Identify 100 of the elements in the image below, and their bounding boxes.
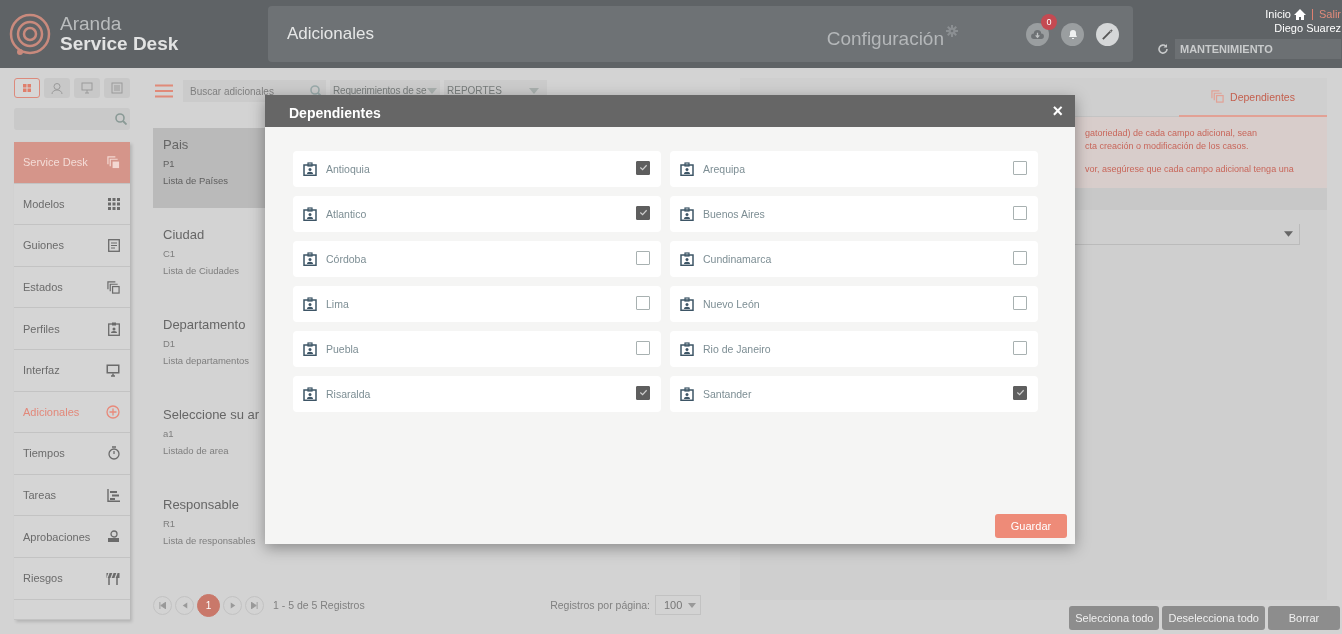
- search-placeholder: Buscar adicionales: [190, 85, 274, 97]
- option-label: Buenos Aires: [703, 208, 765, 220]
- option-label: Puebla: [326, 343, 359, 355]
- option-label: Rio de Janeiro: [703, 343, 771, 355]
- monitor-icon[interactable]: [74, 78, 100, 98]
- option-label: Nuevo León: [703, 298, 760, 310]
- badge-icon: [680, 342, 694, 356]
- refresh-icon[interactable]: [1157, 43, 1169, 55]
- sidebar-item[interactable]: Aprobaciones: [14, 516, 130, 558]
- checkbox[interactable]: [636, 160, 650, 175]
- option-label: Cundinamarca: [703, 253, 772, 265]
- magic-wand-icon[interactable]: [1096, 22, 1119, 46]
- checkbox[interactable]: [1013, 250, 1027, 265]
- option-row[interactable]: Rio de Janeiro: [670, 331, 1038, 367]
- badge-icon: [303, 207, 317, 221]
- page-summary: 1 - 5 de 5 Registros: [273, 599, 365, 611]
- sidebar-item[interactable]: Modelos: [14, 183, 130, 226]
- option-row[interactable]: Lima: [293, 286, 661, 322]
- checkbox[interactable]: [636, 295, 650, 310]
- page-button[interactable]: 1: [197, 593, 220, 617]
- option-row[interactable]: Nuevo León: [670, 286, 1038, 322]
- option-row[interactable]: Atlantico: [293, 196, 661, 232]
- message-text: vor, asegúrese que cada campo adicional tenga una: [1085, 163, 1295, 176]
- card-title: Ciudad: [163, 227, 205, 242]
- card-description: Lista de Ciudades: [163, 265, 240, 276]
- per-page-dropdown[interactable]: 100: [655, 595, 701, 615]
- project-field[interactable]: MANTENIMIENTO: [1175, 39, 1341, 59]
- sidebar-item[interactable]: Service Desk: [14, 142, 130, 184]
- option-label: Risaralda: [326, 388, 371, 400]
- close-button[interactable]: ×: [1052, 102, 1063, 120]
- badge-icon: [680, 207, 694, 221]
- brand-name: Service Desk: [60, 34, 179, 54]
- sidebar-item[interactable]: Interfaz: [14, 349, 130, 392]
- search-field[interactable]: [14, 108, 130, 130]
- search-icon[interactable]: [115, 113, 127, 125]
- checkbox[interactable]: [1013, 340, 1027, 355]
- gear-icon[interactable]: [946, 25, 958, 37]
- home-icon[interactable]: [1294, 8, 1306, 20]
- card-code: D1: [163, 338, 176, 349]
- stamp-icon: [107, 530, 120, 544]
- home-link[interactable]: Inicio: [1265, 8, 1291, 20]
- agent-icon[interactable]: [44, 78, 70, 98]
- option-row[interactable]: Puebla: [293, 331, 661, 367]
- option-row[interactable]: Risaralda: [293, 376, 661, 412]
- sidebar-item[interactable]: Estados: [14, 266, 130, 309]
- option-label: Arequipa: [703, 163, 746, 175]
- plus-circle-icon: [106, 404, 120, 419]
- badge-icon: [680, 387, 694, 401]
- card-description: Lista de Países: [163, 175, 228, 186]
- checkbox[interactable]: [1013, 160, 1027, 175]
- search-icon[interactable]: [310, 85, 322, 97]
- card-code: a1: [163, 428, 174, 439]
- stopwatch-icon: [108, 446, 120, 461]
- badge-icon: [303, 342, 317, 356]
- option-label: Atlantico: [326, 208, 367, 220]
- option-row[interactable]: Buenos Aires: [670, 196, 1038, 232]
- page-title: Adicionales: [287, 24, 374, 44]
- previous-icon: [181, 601, 188, 609]
- dialog-title: Dependientes: [289, 104, 381, 121]
- sidebar-item[interactable]: Guiones: [14, 225, 130, 267]
- card-code: R1: [163, 518, 176, 529]
- option-row[interactable]: Cundinamarca: [670, 241, 1038, 277]
- sidebar-item[interactable]: Perfiles: [14, 308, 130, 350]
- option-row[interactable]: Arequipa: [670, 151, 1038, 187]
- user-name: Diego Suarez: [1274, 22, 1341, 34]
- checkbox[interactable]: [1013, 385, 1027, 400]
- card-description: Lista de responsables: [163, 535, 256, 546]
- option-label: Córdoba: [326, 253, 367, 265]
- checkmark-icon: [638, 388, 648, 397]
- checkbox[interactable]: [636, 340, 650, 355]
- bell-icon[interactable]: [1061, 22, 1084, 46]
- checkmark-icon: [1015, 388, 1025, 397]
- card-description: Lista departamentos: [163, 355, 250, 366]
- checkbox[interactable]: [1013, 295, 1027, 310]
- badge-icon: [680, 252, 694, 266]
- save-button[interactable]: Guardar: [995, 514, 1067, 538]
- option-row[interactable]: Antioquia: [293, 151, 661, 187]
- sidebar-item[interactable]: Riesgos: [14, 557, 130, 600]
- checkbox[interactable]: [636, 385, 650, 400]
- option-row[interactable]: Santander: [670, 376, 1038, 412]
- option-label: Antioquia: [326, 163, 370, 175]
- sidebar-item[interactable]: Tiempos: [14, 433, 130, 475]
- per-page-label: Registros por página:: [550, 599, 650, 611]
- checkbox[interactable]: [1013, 205, 1027, 220]
- brand-name: Aranda: [60, 14, 123, 34]
- logout-link[interactable]: Salir: [1319, 8, 1341, 20]
- checkbox[interactable]: [636, 205, 650, 220]
- card-code: C1: [163, 248, 176, 259]
- config-label[interactable]: Configuración: [826, 28, 944, 50]
- grid-icon[interactable]: [14, 78, 40, 98]
- menu-icon[interactable]: [155, 84, 173, 98]
- sidebar-item[interactable]: Tareas: [14, 474, 130, 517]
- option-label: Lima: [326, 298, 349, 310]
- cloud-download-icon[interactable]: [1026, 22, 1049, 46]
- delete-button[interactable]: Borrar: [1268, 606, 1340, 630]
- select-all-button[interactable]: Selecciona todo: [1069, 606, 1160, 630]
- checkbox[interactable]: [636, 250, 650, 265]
- option-row[interactable]: Córdoba: [293, 241, 661, 277]
- copy-icon: [107, 280, 120, 294]
- deselect-all-button[interactable]: Deselecciona todo: [1162, 606, 1265, 630]
